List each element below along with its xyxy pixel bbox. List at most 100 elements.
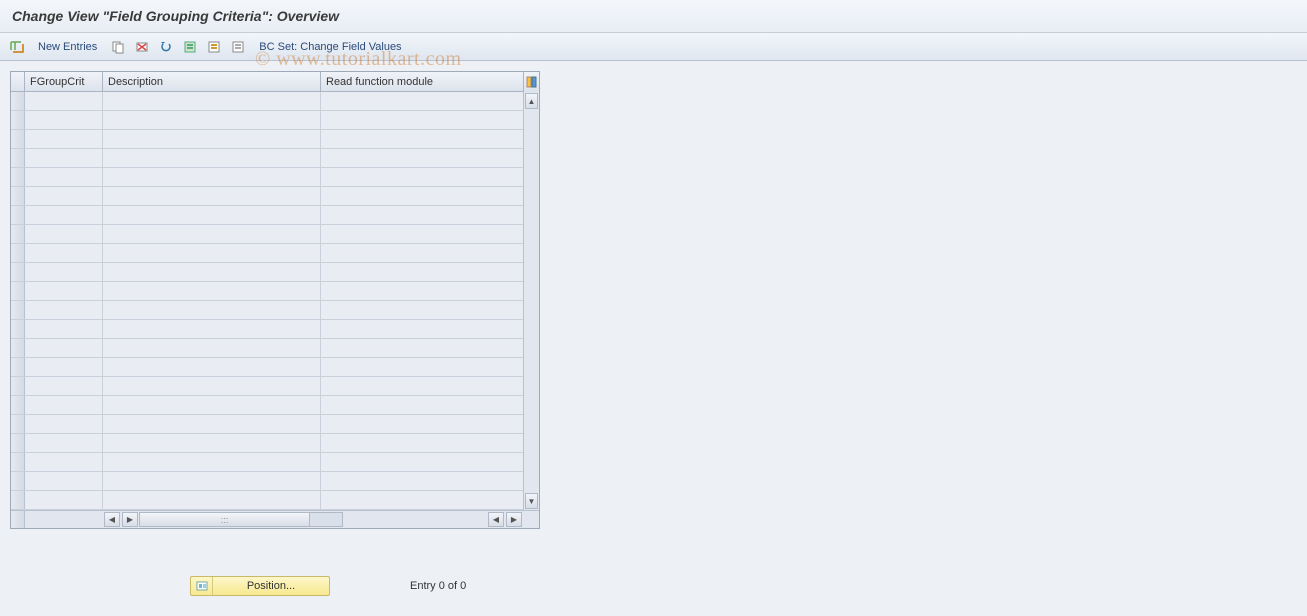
configure-columns-icon[interactable] [523, 72, 539, 92]
table-row[interactable] [11, 168, 523, 187]
table-row[interactable] [11, 415, 523, 434]
table-row[interactable] [11, 472, 523, 491]
cell-fgroupcrit[interactable] [25, 415, 103, 433]
table-row[interactable] [11, 396, 523, 415]
table-row[interactable] [11, 263, 523, 282]
cell-description[interactable] [103, 263, 321, 281]
cell-fgroupcrit[interactable] [25, 206, 103, 224]
cell-fgroupcrit[interactable] [25, 358, 103, 376]
table-row[interactable] [11, 225, 523, 244]
table-row[interactable] [11, 282, 523, 301]
select-block-icon[interactable] [205, 38, 223, 56]
table-row[interactable] [11, 453, 523, 472]
table-row[interactable] [11, 377, 523, 396]
row-selector[interactable] [11, 301, 25, 319]
toggle-view-icon[interactable] [8, 38, 26, 56]
table-row[interactable] [11, 244, 523, 263]
table-row[interactable] [11, 187, 523, 206]
cell-description[interactable] [103, 149, 321, 167]
hscroll-track[interactable]: ::: [139, 512, 343, 527]
col-header-description[interactable]: Description [103, 72, 321, 91]
select-all-icon[interactable] [181, 38, 199, 56]
corner-selector[interactable] [11, 72, 25, 91]
cell-readfn[interactable] [321, 225, 523, 243]
cell-fgroupcrit[interactable] [25, 396, 103, 414]
row-selector[interactable] [11, 472, 25, 490]
cell-fgroupcrit[interactable] [25, 149, 103, 167]
cell-fgroupcrit[interactable] [25, 282, 103, 300]
table-row[interactable] [11, 434, 523, 453]
cell-description[interactable] [103, 130, 321, 148]
cell-description[interactable] [103, 92, 321, 110]
table-row[interactable] [11, 149, 523, 168]
new-entries-button[interactable]: New Entries [32, 39, 103, 55]
delete-icon[interactable] [133, 38, 151, 56]
undo-icon[interactable] [157, 38, 175, 56]
cell-readfn[interactable] [321, 149, 523, 167]
cell-readfn[interactable] [321, 472, 523, 490]
cell-description[interactable] [103, 491, 321, 509]
row-selector[interactable] [11, 149, 25, 167]
cell-readfn[interactable] [321, 453, 523, 471]
row-selector[interactable] [11, 168, 25, 186]
row-selector[interactable] [11, 339, 25, 357]
scroll-up-icon[interactable]: ▲ [525, 93, 538, 109]
cell-readfn[interactable] [321, 111, 523, 129]
table-row[interactable] [11, 206, 523, 225]
cell-description[interactable] [103, 434, 321, 452]
row-selector[interactable] [11, 187, 25, 205]
cell-readfn[interactable] [321, 377, 523, 395]
cell-description[interactable] [103, 472, 321, 490]
cell-readfn[interactable] [321, 396, 523, 414]
row-selector[interactable] [11, 453, 25, 471]
cell-fgroupcrit[interactable] [25, 130, 103, 148]
cell-readfn[interactable] [321, 358, 523, 376]
cell-readfn[interactable] [321, 168, 523, 186]
cell-description[interactable] [103, 396, 321, 414]
cell-fgroupcrit[interactable] [25, 187, 103, 205]
cell-readfn[interactable] [321, 92, 523, 110]
cell-readfn[interactable] [321, 301, 523, 319]
scroll-left-prev-icon[interactable]: ◀ [488, 512, 504, 527]
cell-description[interactable] [103, 453, 321, 471]
cell-description[interactable] [103, 339, 321, 357]
cell-fgroupcrit[interactable] [25, 453, 103, 471]
cell-readfn[interactable] [321, 434, 523, 452]
cell-description[interactable] [103, 225, 321, 243]
cell-readfn[interactable] [321, 415, 523, 433]
row-selector[interactable] [11, 396, 25, 414]
table-row[interactable] [11, 111, 523, 130]
position-button[interactable]: Position... [190, 576, 330, 596]
cell-description[interactable] [103, 320, 321, 338]
cell-fgroupcrit[interactable] [25, 472, 103, 490]
cell-description[interactable] [103, 377, 321, 395]
row-selector[interactable] [11, 282, 25, 300]
cell-readfn[interactable] [321, 206, 523, 224]
row-selector[interactable] [11, 377, 25, 395]
cell-fgroupcrit[interactable] [25, 320, 103, 338]
row-selector[interactable] [11, 263, 25, 281]
cell-fgroupcrit[interactable] [25, 301, 103, 319]
row-selector[interactable] [11, 491, 25, 509]
deselect-all-icon[interactable] [229, 38, 247, 56]
table-row[interactable] [11, 491, 523, 510]
cell-readfn[interactable] [321, 187, 523, 205]
cell-fgroupcrit[interactable] [25, 244, 103, 262]
cell-description[interactable] [103, 415, 321, 433]
table-row[interactable] [11, 339, 523, 358]
cell-fgroupcrit[interactable] [25, 339, 103, 357]
row-selector[interactable] [11, 92, 25, 110]
cell-description[interactable] [103, 111, 321, 129]
cell-description[interactable] [103, 187, 321, 205]
cell-fgroupcrit[interactable] [25, 434, 103, 452]
row-selector[interactable] [11, 130, 25, 148]
row-selector[interactable] [11, 320, 25, 338]
row-selector[interactable] [11, 206, 25, 224]
cell-readfn[interactable] [321, 491, 523, 509]
bc-set-button[interactable]: BC Set: Change Field Values [253, 39, 407, 55]
cell-readfn[interactable] [321, 282, 523, 300]
scroll-down-icon[interactable]: ▼ [525, 493, 538, 509]
cell-fgroupcrit[interactable] [25, 225, 103, 243]
row-selector[interactable] [11, 225, 25, 243]
scroll-track-v[interactable] [524, 110, 539, 492]
